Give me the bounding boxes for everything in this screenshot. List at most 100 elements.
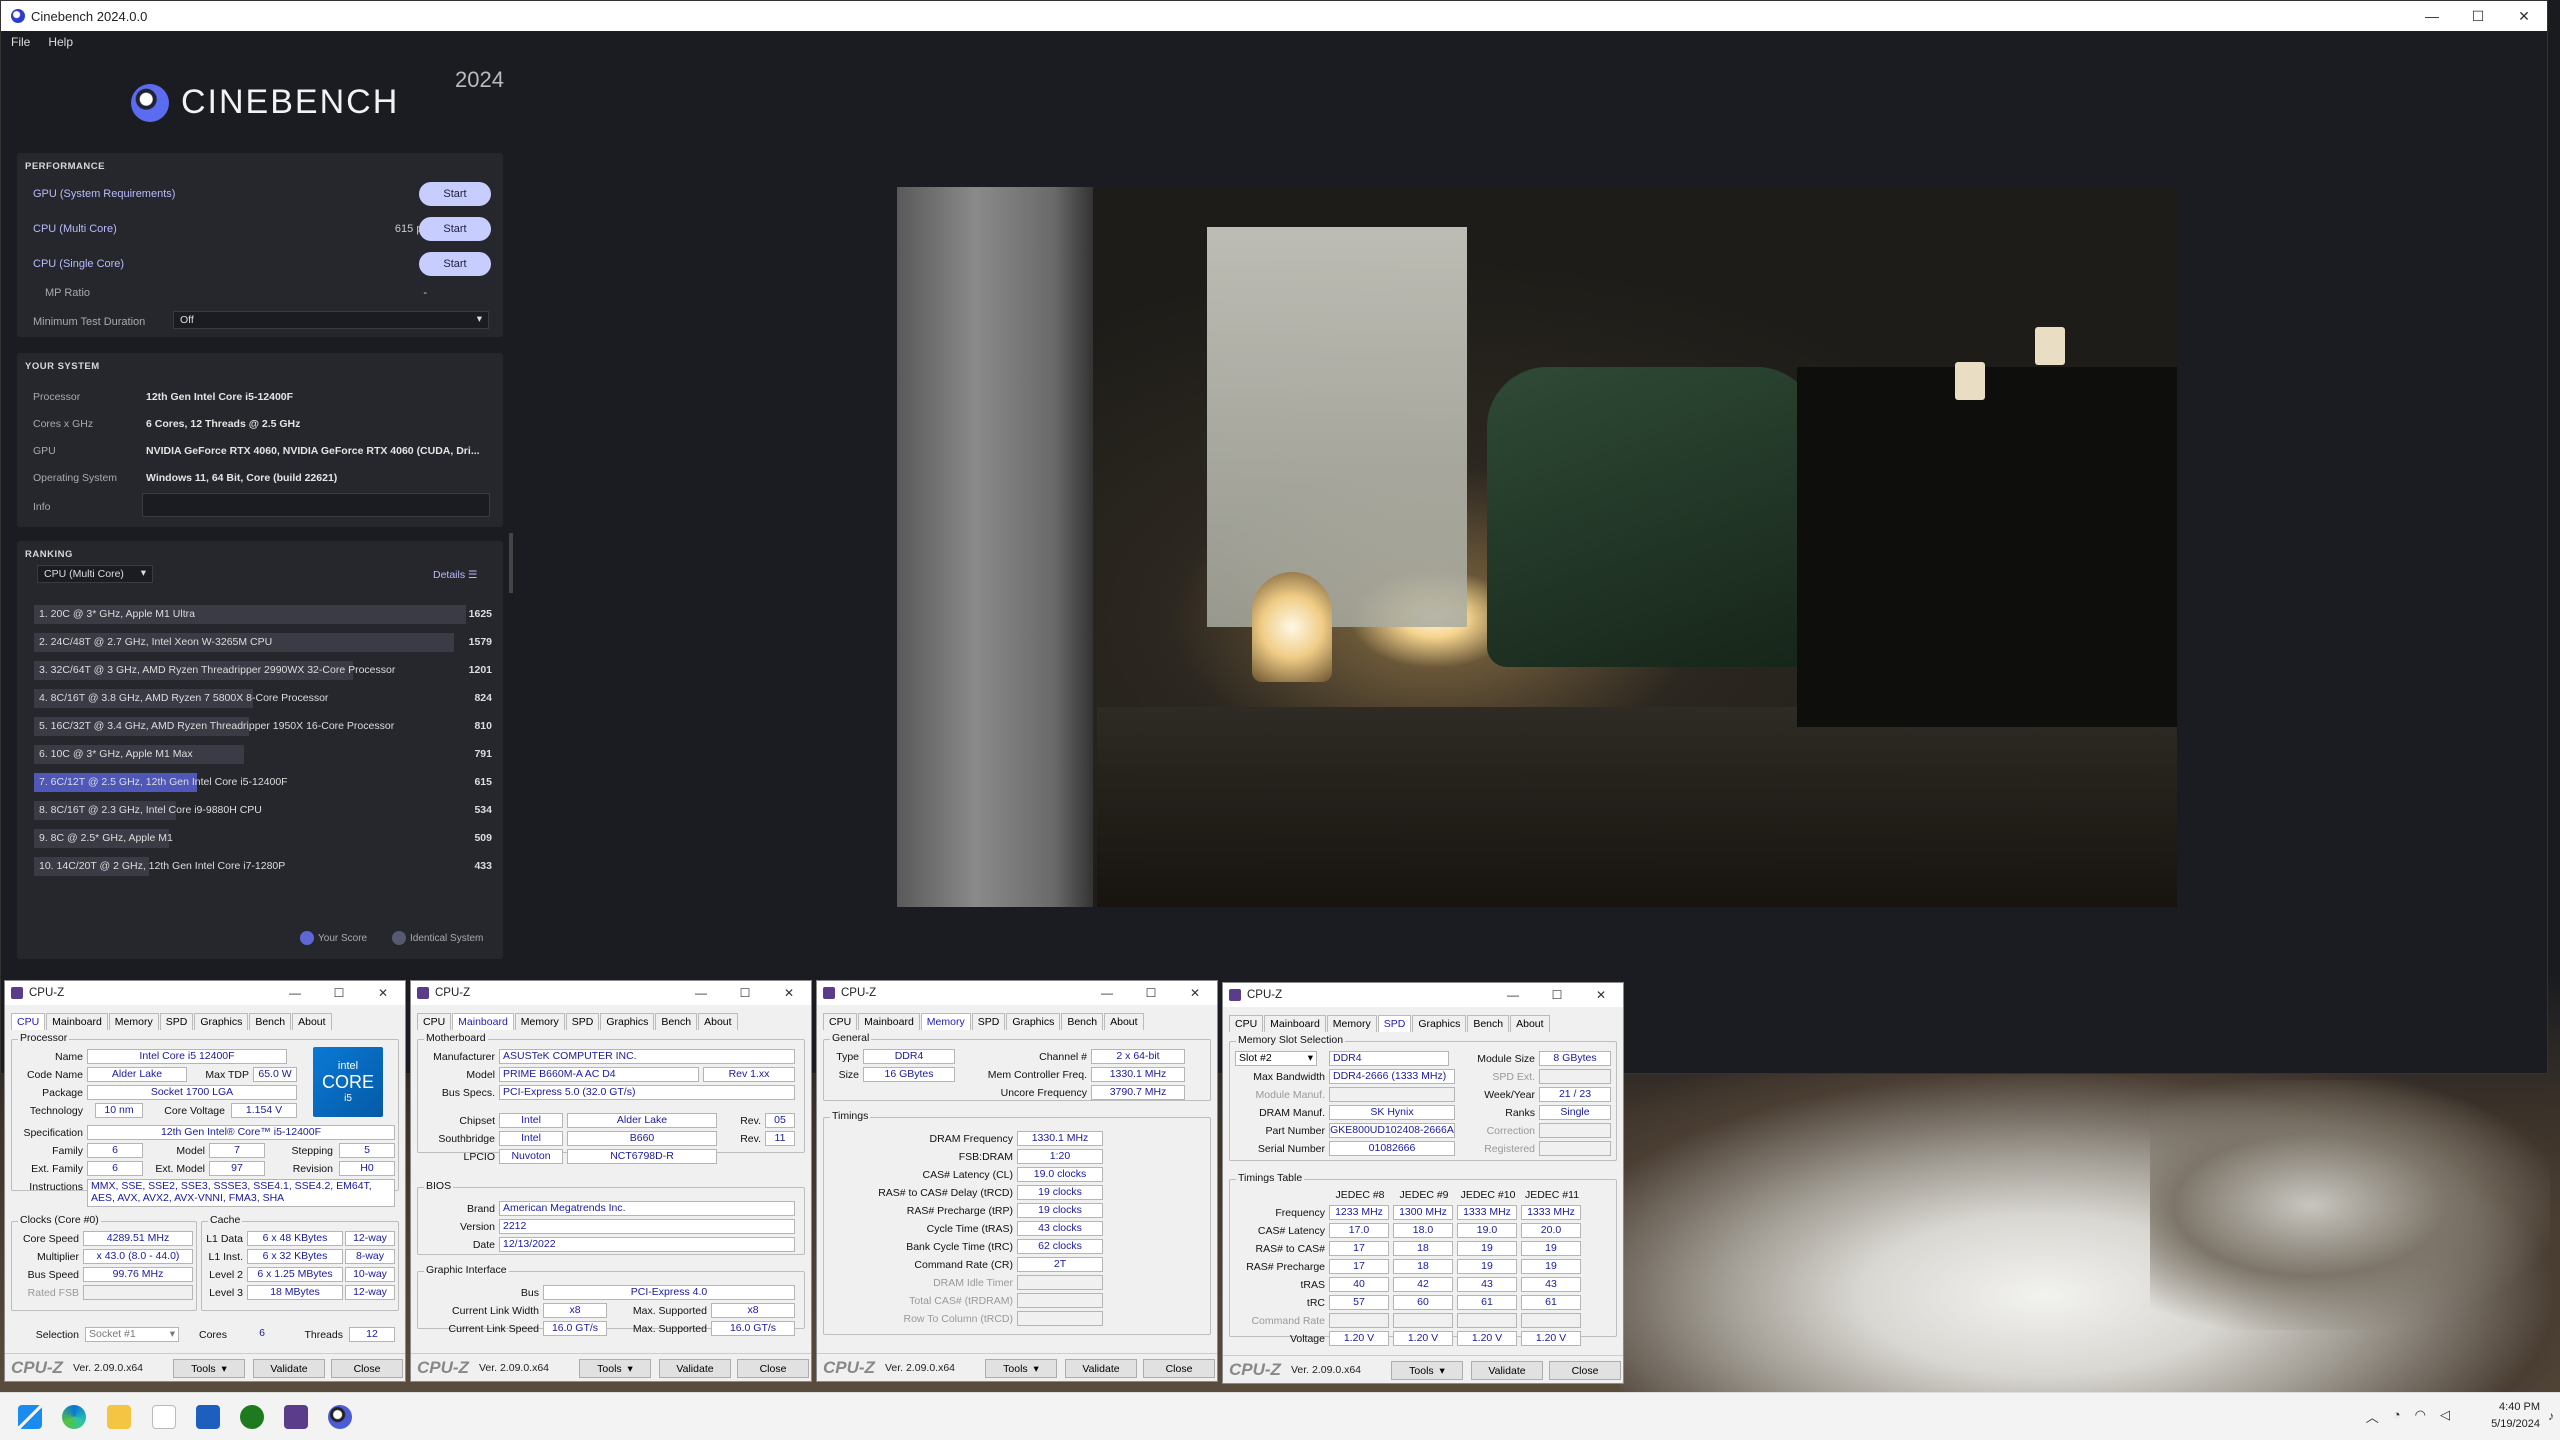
gpu-start-button[interactable]: Start [419, 182, 491, 206]
maximize-button[interactable]: ☐ [2455, 8, 2501, 25]
min-duration-dropdown[interactable]: Off ▾ [173, 311, 489, 329]
tab-memory[interactable]: Memory [1326, 1015, 1377, 1032]
ranking-row[interactable]: 3. 32C/64T @ 3 GHz, AMD Ryzen Threadripp… [34, 661, 500, 680]
tab-mainboard[interactable]: Mainboard [1264, 1015, 1326, 1032]
close-button[interactable]: ✕ [1173, 986, 1217, 1000]
close-button[interactable]: ✕ [2501, 8, 2547, 25]
tab-cpu[interactable]: CPU [11, 1013, 46, 1030]
volume-icon[interactable]: ◁ [2440, 1407, 2450, 1426]
socket-select[interactable]: Socket #1 ▾ [85, 1327, 179, 1342]
ranking-row[interactable]: 1. 20C @ 3* GHz, Apple M1 Ultra 1625 [34, 605, 500, 624]
windows-start-icon[interactable] [18, 1405, 42, 1429]
multi-core-start-button[interactable]: Start [419, 217, 491, 241]
tab-spd[interactable]: SPD [565, 1013, 600, 1030]
store-icon[interactable] [196, 1405, 220, 1429]
maximize-button[interactable]: ☐ [1535, 988, 1579, 1002]
ranking-row[interactable]: 2. 24C/48T @ 2.7 GHz, Intel Xeon W-3265M… [34, 633, 500, 652]
close-cpuz-button[interactable]: Close [331, 1359, 403, 1378]
xbox-icon[interactable] [240, 1405, 264, 1429]
tab-mainboard[interactable]: Mainboard [452, 1013, 514, 1030]
notification-bell-icon[interactable]: ♪ [2548, 1409, 2554, 1423]
clock[interactable]: 4:40 PM 5/19/2024 [2491, 1399, 2540, 1433]
close-button[interactable]: ✕ [361, 986, 405, 1000]
tab-about[interactable]: About [698, 1013, 738, 1030]
close-button[interactable]: ✕ [1579, 988, 1623, 1002]
tab-bench[interactable]: Bench [1061, 1013, 1104, 1030]
edge-icon[interactable] [62, 1405, 86, 1429]
ranking-scrollbar[interactable] [509, 533, 513, 593]
tab-cpu[interactable]: CPU [1229, 1015, 1264, 1032]
l1-inst-label: L1 Inst. [208, 1251, 243, 1263]
taskbar: ︿ ◔ ◠ ◁ 4:40 PM 5/19/2024 ♪ [0, 1392, 2560, 1440]
spd-cell: 19 [1457, 1259, 1517, 1274]
ranking-row-your-score[interactable]: 7. 6C/12T @ 2.5 GHz, 12th Gen Intel Core… [34, 773, 500, 792]
network-icon[interactable]: ◔ [2393, 1407, 2401, 1426]
tab-about[interactable]: About [1510, 1015, 1550, 1032]
tab-memory[interactable]: Memory [920, 1013, 971, 1030]
tab-bench[interactable]: Bench [1467, 1015, 1510, 1032]
cpuz-taskbar-icon[interactable] [284, 1405, 308, 1429]
tools-button[interactable]: Tools ▾ [579, 1359, 651, 1378]
validate-button[interactable]: Validate [253, 1359, 325, 1378]
tab-memory[interactable]: Memory [108, 1013, 159, 1030]
close-cpuz-button[interactable]: Close [737, 1359, 809, 1378]
info-input[interactable] [142, 493, 490, 517]
tab-spd[interactable]: SPD [1377, 1015, 1412, 1032]
ranking-row[interactable]: 9. 8C @ 2.5* GHz, Apple M1 509 [34, 829, 500, 848]
ranking-row[interactable]: 8. 8C/16T @ 2.3 GHz, Intel Core i9-9880H… [34, 801, 500, 820]
close-cpuz-button[interactable]: Close [1549, 1361, 1621, 1380]
southbridge-model: B660 [567, 1131, 717, 1146]
tab-about[interactable]: About [292, 1013, 332, 1030]
rated-fsb-label: Rated FSB [27, 1287, 79, 1299]
tab-mainboard[interactable]: Mainboard [858, 1013, 920, 1030]
tab-bench[interactable]: Bench [655, 1013, 698, 1030]
ranking-row[interactable]: 4. 8C/16T @ 3.8 GHz, AMD Ryzen 7 5800X 8… [34, 689, 500, 708]
wifi-icon[interactable]: ◠ [2415, 1407, 2426, 1426]
ranking-row[interactable]: 6. 10C @ 3* GHz, Apple M1 Max 791 [34, 745, 500, 764]
cinebench-logo-icon [131, 83, 169, 122]
minimize-button[interactable]: — [1085, 986, 1129, 1000]
tab-about[interactable]: About [1104, 1013, 1144, 1030]
details-button[interactable]: Details ☰ [433, 569, 477, 581]
close-button[interactable]: ✕ [767, 986, 811, 1000]
maximize-button[interactable]: ☐ [1129, 986, 1173, 1000]
tab-memory[interactable]: Memory [514, 1013, 565, 1030]
validate-button[interactable]: Validate [659, 1359, 731, 1378]
cinebench-window: Cinebench 2024.0.0 — ☐ ✕ File Help CINEB… [0, 0, 2548, 1074]
tab-spd[interactable]: SPD [159, 1013, 194, 1030]
tab-graphics[interactable]: Graphics [1006, 1013, 1061, 1030]
tools-button[interactable]: Tools ▾ [173, 1359, 245, 1378]
slot-select[interactable]: Slot #2 ▾ [1235, 1051, 1317, 1066]
tools-button[interactable]: Tools ▾ [1391, 1361, 1463, 1380]
chevron-up-icon[interactable]: ︿ [2366, 1407, 2379, 1426]
validate-button[interactable]: Validate [1065, 1359, 1137, 1378]
tab-cpu[interactable]: CPU [823, 1013, 858, 1030]
tab-cpu[interactable]: CPU [417, 1013, 452, 1030]
tab-graphics[interactable]: Graphics [1412, 1015, 1467, 1032]
tools-button[interactable]: Tools ▾ [985, 1359, 1057, 1378]
minimize-button[interactable]: — [273, 986, 317, 1000]
minimize-button[interactable]: — [1491, 988, 1535, 1002]
cpuz-tabs: CPU Mainboard Memory SPD Graphics Bench … [823, 1013, 1145, 1030]
minimize-button[interactable]: — [679, 986, 723, 1000]
tab-mainboard[interactable]: Mainboard [46, 1013, 108, 1030]
maximize-button[interactable]: ☐ [723, 986, 767, 1000]
ranking-row[interactable]: 5. 16C/32T @ 3.4 GHz, AMD Ryzen Threadri… [34, 717, 500, 736]
cinebench-taskbar-icon[interactable] [328, 1405, 352, 1429]
menu-file[interactable]: File [11, 35, 30, 49]
tab-graphics[interactable]: Graphics [194, 1013, 249, 1030]
ranking-row[interactable]: 10. 14C/20T @ 2 GHz, 12th Gen Intel Core… [34, 857, 500, 876]
maximize-button[interactable]: ☐ [317, 986, 361, 1000]
tab-spd[interactable]: SPD [971, 1013, 1006, 1030]
minimize-button[interactable]: — [2409, 8, 2455, 25]
ranking-type-dropdown[interactable]: CPU (Multi Core) ▾ [37, 565, 153, 583]
close-cpuz-button[interactable]: Close [1143, 1359, 1215, 1378]
notepad-icon[interactable] [152, 1405, 176, 1429]
tab-graphics[interactable]: Graphics [600, 1013, 655, 1030]
tab-bench[interactable]: Bench [249, 1013, 292, 1030]
single-core-start-button[interactable]: Start [419, 252, 491, 276]
file-explorer-icon[interactable] [107, 1405, 131, 1429]
validate-button[interactable]: Validate [1471, 1361, 1543, 1380]
menu-help[interactable]: Help [48, 35, 73, 49]
cores-label: Cores [198, 1329, 227, 1341]
